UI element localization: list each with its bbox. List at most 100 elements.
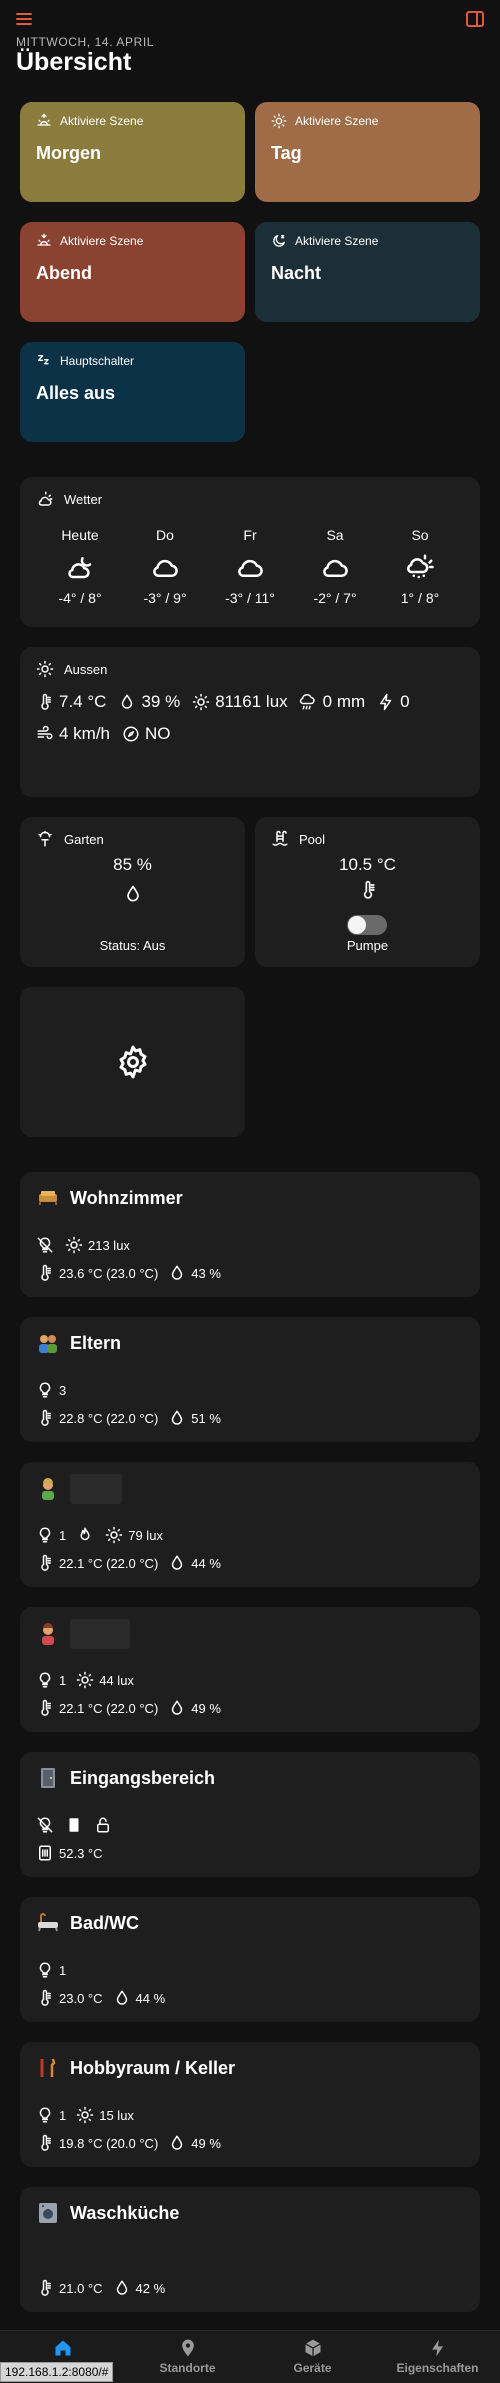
light-bulb-icon (36, 1961, 54, 1979)
forecast-temp: -3° / 11° (225, 590, 275, 606)
compass-icon (122, 725, 140, 743)
humidity-icon (168, 1409, 186, 1427)
room-card-eingangsbereich[interactable]: Eingangsbereich 52.3 °C (20, 1752, 480, 1877)
humidity-icon (113, 1989, 131, 2007)
sidebar-toggle-icon[interactable] (466, 11, 484, 27)
page-title: Übersicht (16, 48, 132, 76)
room-name: Wohnzimmer (70, 1187, 183, 1208)
forecast-day: Fr -3° / 11° (210, 527, 290, 606)
forecast-temp: -2° / 7° (313, 590, 357, 606)
forecast-day: Heute -4° / 8° (40, 527, 120, 606)
redacted-room-name (70, 1619, 130, 1649)
room-name: Bad/WC (70, 1912, 139, 1933)
room-temp: 22.1 °C (22.0 °C) (59, 1700, 159, 1716)
nav-eigenschaften[interactable]: Eigenschaften (375, 2331, 500, 2383)
date-label: Mittwoch, 14. April (16, 35, 155, 49)
room-lux: 79 lux (128, 1527, 163, 1543)
forecast-day-name: Sa (326, 527, 344, 543)
cloud-icon (233, 552, 267, 582)
scene-card-abend[interactable]: Aktiviere Szene Abend (20, 222, 245, 322)
weather-card[interactable]: Wetter Heute -4° / 8° Do -3° / 9° Fr -3°… (20, 477, 480, 627)
gear-icon (115, 1044, 151, 1080)
home-icon (55, 2340, 70, 2356)
sofa-icon (36, 1186, 60, 1210)
water-drop-icon (123, 883, 143, 905)
room-card-eltern[interactable]: Eltern 3 22.8 °C (22.0 °C) 51 % (20, 1317, 480, 1442)
sleep-icon (38, 355, 49, 365)
light-bulb-icon (36, 1526, 54, 1544)
room-card-waschkueche[interactable]: Waschküche 21.0 °C 42 % (20, 2187, 480, 2312)
room-card-hobbyraum[interactable]: Hobbyraum / Keller 1 15 lux 19.8 °C (20.… (20, 2042, 480, 2167)
thermometer-icon (36, 693, 54, 711)
room-card-wohnzimmer[interactable]: Wohnzimmer 213 lux 23.6 °C (23.0 °C) 43 … (20, 1172, 480, 1297)
outdoor-lightning: 0 (400, 692, 410, 711)
room-temp: 19.8 °C (20.0 °C) (59, 2135, 159, 2151)
nav-geraete[interactable]: Geräte (250, 2331, 375, 2383)
child-icon (42, 1478, 54, 1500)
nav-geraete-label: Geräte (293, 2361, 332, 2375)
flame-icon (76, 1526, 94, 1544)
room-temp: 22.1 °C (22.0 °C) (59, 1555, 159, 1571)
scene-card-tag[interactable]: Aktiviere Szene Tag (255, 102, 480, 202)
room-card-bad[interactable]: Bad/WC 1 23.0 °C 44 % (20, 1897, 480, 2022)
thermometer-icon (36, 1699, 54, 1717)
thermometer-icon (36, 2279, 54, 2297)
scene-card-morgen[interactable]: Aktiviere Szene Morgen (20, 102, 245, 202)
room-lux: 213 lux (88, 1237, 130, 1253)
thermometer-icon (36, 1264, 54, 1282)
sunset-icon (37, 233, 51, 246)
nav-standorte[interactable]: Standorte (125, 2331, 250, 2383)
redacted-room-name (70, 1474, 122, 1504)
forecast-day-name: Fr (243, 527, 257, 543)
outdoor-humidity: 39 % (141, 692, 181, 711)
room-card-child-2[interactable]: 1 44 lux 22.1 °C (22.0 °C) 49 % (20, 1607, 480, 1732)
room-humidity: 44 % (135, 1990, 166, 2006)
cloud-icon (318, 552, 352, 582)
location-pin-icon (181, 2339, 194, 2357)
garden-status: Status: Aus (99, 938, 166, 953)
partly-cloudy-icon (38, 491, 53, 506)
lightning-icon (377, 693, 395, 711)
scene-sub-label: Aktiviere Szene (295, 234, 379, 248)
humidity-icon (168, 1554, 186, 1572)
outdoor-wind: 4 km/h (59, 724, 111, 743)
lightning-icon (431, 2339, 443, 2357)
outdoor-sensor-card[interactable]: Aussen 7.4 °C 39 % 81161 lux 0 mm 0 4 km… (20, 647, 480, 797)
master-switch-card[interactable]: Hauptschalter Alles aus (20, 342, 245, 442)
room-temp: 21.0 °C (59, 2280, 103, 2296)
light-bulb-icon (36, 1671, 54, 1689)
humidity-icon (168, 2134, 186, 2152)
light-bulb-icon (36, 1381, 54, 1399)
status-bar-url: 192.168.1.2:8080/# (0, 2362, 114, 2382)
scene-card-nacht[interactable]: Aktiviere Szene Nacht (255, 222, 480, 322)
door-icon (41, 1768, 55, 1788)
outdoor-title: Aussen (64, 661, 108, 677)
scene-label: Tag (271, 143, 302, 163)
pump-toggle[interactable] (347, 915, 387, 935)
pool-card[interactable]: Pool 10.5 °C Pumpe (255, 817, 480, 967)
partly-cloudy-snow-icon (407, 554, 434, 579)
thermometer-icon (36, 1409, 54, 1427)
garden-moisture: 85 % (113, 855, 152, 874)
forecast-day-name: Do (156, 527, 174, 543)
forecast-day-name: Heute (61, 527, 99, 543)
pump-label: Pumpe (346, 938, 389, 953)
forecast-temp: -4° / 8° (58, 590, 102, 606)
garden-card[interactable]: Garten 85 % Status: Aus (20, 817, 245, 967)
couple-icon (39, 1335, 57, 1353)
humidity-icon (168, 1699, 186, 1717)
tools-icon (40, 2058, 56, 2077)
cloud-icon (148, 552, 182, 582)
outdoor-temp: 7.4 °C (59, 692, 107, 711)
illuminance-icon (192, 693, 210, 711)
room-name: Hobbyraum / Keller (70, 2057, 236, 2078)
forecast-temp: 1° / 8° (400, 590, 440, 606)
partly-cloudy-night-icon (68, 557, 92, 579)
thermometer-icon (358, 879, 378, 901)
outdoor-lux: 81161 lux (215, 692, 288, 711)
menu-icon[interactable] (16, 12, 32, 26)
room-card-child-1[interactable]: 1 79 lux 22.1 °C (22.0 °C) 44 % (20, 1462, 480, 1587)
toggle-knob (348, 916, 366, 934)
settings-tile[interactable] (20, 987, 245, 1137)
room-lights-count: 3 (59, 1382, 67, 1398)
